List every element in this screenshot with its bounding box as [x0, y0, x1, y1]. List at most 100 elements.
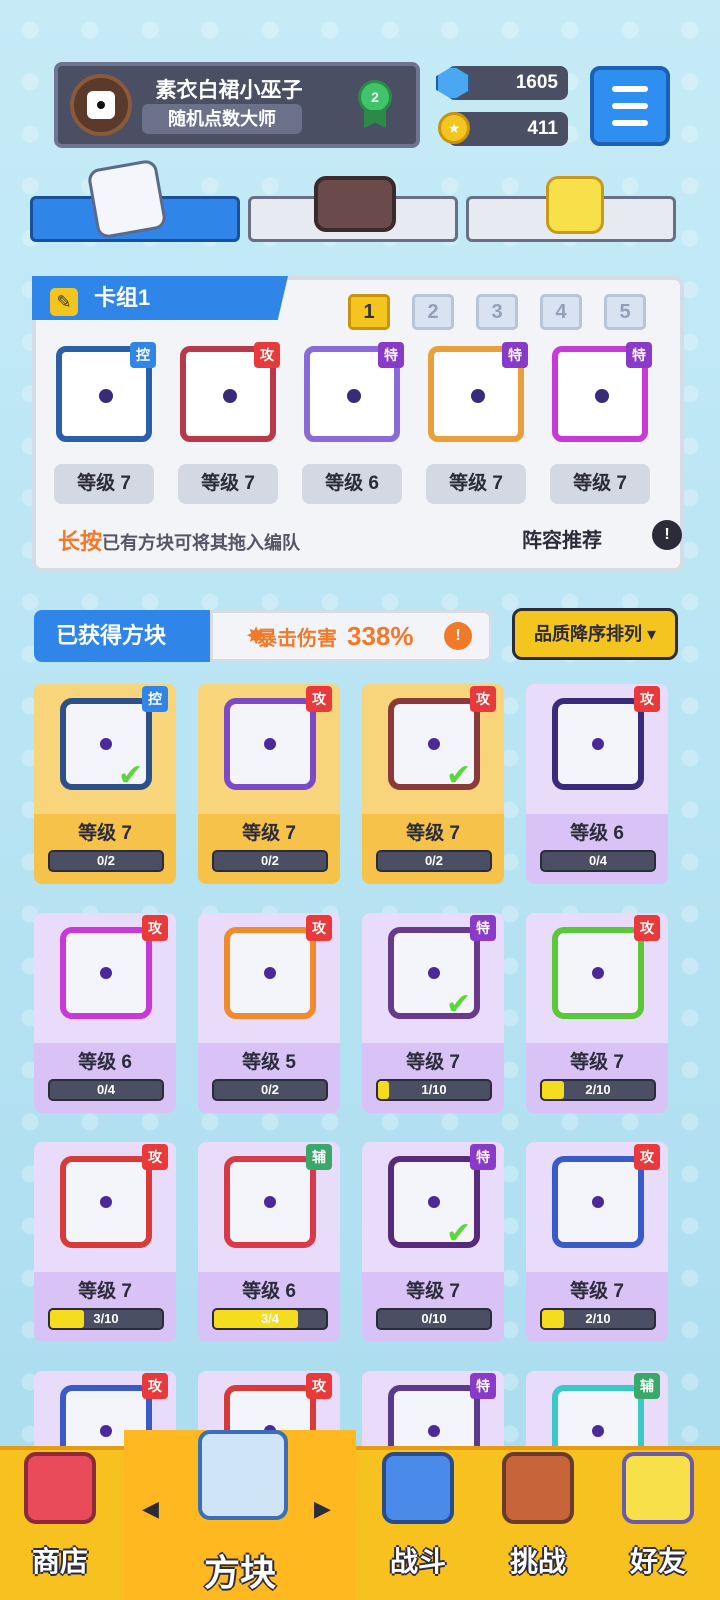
progress-text: 0/2: [260, 853, 280, 868]
deck-slot-3[interactable]: 特: [304, 342, 404, 442]
arrow-left-icon[interactable]: ◀: [142, 1496, 159, 1522]
card-level: 等级 7: [406, 1052, 460, 1073]
dice-pip: [100, 967, 112, 979]
dice-icon: [87, 91, 115, 119]
progress-text: 0/10: [421, 1311, 447, 1326]
arrow-right-icon[interactable]: ▶: [314, 1496, 331, 1522]
role-tag: 特: [470, 1373, 496, 1399]
deck-slot-level: 等级 7: [178, 464, 278, 504]
card-level: 等级 7: [242, 823, 296, 844]
dice-card[interactable]: 辅等级 6 3/4: [198, 1142, 340, 1342]
deck-slot-2[interactable]: 攻: [180, 342, 280, 442]
menu-button[interactable]: [590, 66, 670, 146]
dice-pip: [428, 1196, 440, 1208]
role-tag: 攻: [306, 915, 332, 941]
crit-value: 338%: [347, 621, 414, 651]
card-level: 等级 7: [406, 823, 460, 844]
deck-slot-level: 等级 6: [302, 464, 402, 504]
nav-challenge[interactable]: 挑战: [478, 1446, 598, 1596]
dice-card[interactable]: 攻等级 7 3/10: [34, 1142, 176, 1342]
dice-card[interactable]: 控 ✔ 等级 7 0/2: [34, 684, 176, 884]
deck-slot-level: 等级 7: [426, 464, 526, 504]
dice-face: [224, 698, 316, 790]
rank-badge-icon[interactable]: 2: [358, 80, 392, 114]
dice-card[interactable]: 特 ✔ 等级 7 0/10: [362, 1142, 504, 1342]
upgrade-progress-bar: 0/2: [48, 850, 164, 872]
deck-page-3[interactable]: 3: [476, 294, 518, 330]
role-tag: 攻: [142, 1144, 168, 1170]
card-level: 等级 6: [570, 823, 624, 844]
nav-friends[interactable]: 好友: [598, 1446, 718, 1596]
dice-face: [224, 927, 316, 1019]
card-level: 等级 6: [242, 1281, 296, 1302]
card-level: 等级 7: [570, 1281, 624, 1302]
dice-pip: [595, 389, 609, 403]
nav-shop-label: 商店: [31, 1546, 88, 1577]
progress-text: 1/10: [421, 1082, 447, 1097]
dice-card[interactable]: 攻等级 7 2/10: [526, 1142, 668, 1342]
sword-shield-icon: [382, 1452, 454, 1524]
dice-card[interactable]: 攻等级 6 0/4: [526, 684, 668, 884]
dice-card[interactable]: 攻等级 6 0/4: [34, 913, 176, 1113]
dice-pip: [471, 389, 485, 403]
card-level: 等级 7: [78, 823, 132, 844]
info-icon[interactable]: !: [652, 520, 682, 550]
dice-pip: [428, 967, 440, 979]
dice-pip: [428, 1425, 440, 1437]
deck-slot-5[interactable]: 特: [552, 342, 652, 442]
dice-card[interactable]: 攻 ✔ 等级 7 0/2: [362, 684, 504, 884]
card-level: 等级 6: [78, 1052, 132, 1073]
deck-page-2[interactable]: 2: [412, 294, 454, 330]
upgrade-progress-bar: 0/2: [212, 1079, 328, 1101]
dice-pip: [264, 738, 276, 750]
pencil-icon[interactable]: ✎: [50, 288, 78, 316]
hint-key: 长按: [58, 529, 103, 554]
dice-pip: [99, 389, 113, 403]
nav-battle-label: 战斗: [389, 1546, 446, 1577]
role-tag: 控: [130, 342, 156, 368]
fortress-icon: [502, 1452, 574, 1524]
crit-info-icon[interactable]: !: [444, 622, 472, 650]
upgrade-progress-bar: 2/10: [540, 1308, 656, 1330]
progress-text: 0/2: [260, 1082, 280, 1097]
progress-text: 0/2: [424, 853, 444, 868]
dice-card[interactable]: 特 ✔ 等级 7 1/10: [362, 913, 504, 1113]
dice-card[interactable]: 攻等级 7 0/2: [198, 684, 340, 884]
deck-page-4[interactable]: 4: [540, 294, 582, 330]
dice-pip: [100, 1196, 112, 1208]
progress-text: 2/10: [585, 1082, 611, 1097]
dice-card[interactable]: 攻等级 5 0/2: [198, 913, 340, 1113]
nav-shop[interactable]: 商店: [0, 1446, 120, 1596]
role-tag: 攻: [634, 915, 660, 941]
dice-face: [552, 698, 644, 790]
dice-pip: [428, 738, 440, 750]
progress-text: 0/2: [96, 853, 116, 868]
lineup-recommend-link[interactable]: 阵容推荐: [522, 524, 602, 553]
dice-face: [552, 927, 644, 1019]
upgrade-progress-bar: 0/2: [376, 850, 492, 872]
check-icon: ✔: [446, 988, 472, 1021]
nav-battle[interactable]: 战斗: [358, 1446, 478, 1596]
card-level: 等级 7: [406, 1281, 460, 1302]
role-tag: 控: [142, 686, 168, 712]
role-tag: 攻: [470, 686, 496, 712]
card-level: 等级 5: [242, 1052, 296, 1073]
upgrade-progress-bar: 0/10: [376, 1308, 492, 1330]
smiley-block-icon: [546, 176, 604, 234]
dice-pip: [264, 1196, 276, 1208]
avatar[interactable]: [70, 74, 132, 136]
role-tag: 攻: [142, 915, 168, 941]
check-icon: ✔: [118, 759, 144, 792]
deck-page-1[interactable]: 1: [348, 294, 390, 330]
deck-page-5[interactable]: 5: [604, 294, 646, 330]
dice-pip: [592, 1196, 604, 1208]
deck-slot-4[interactable]: 特: [428, 342, 528, 442]
friend-block-icon: [622, 1452, 694, 1524]
sort-dropdown[interactable]: 品质降序排列 ▾: [512, 608, 678, 660]
progress-text: 0/4: [96, 1082, 116, 1097]
dice-card[interactable]: 攻等级 7 2/10: [526, 913, 668, 1113]
deck-slot-1[interactable]: 控: [56, 342, 156, 442]
profile-panel[interactable]: 素衣白裙小巫子 随机点数大师 2: [54, 62, 420, 148]
card-level: 等级 7: [570, 1052, 624, 1073]
shop-icon: [24, 1452, 96, 1524]
